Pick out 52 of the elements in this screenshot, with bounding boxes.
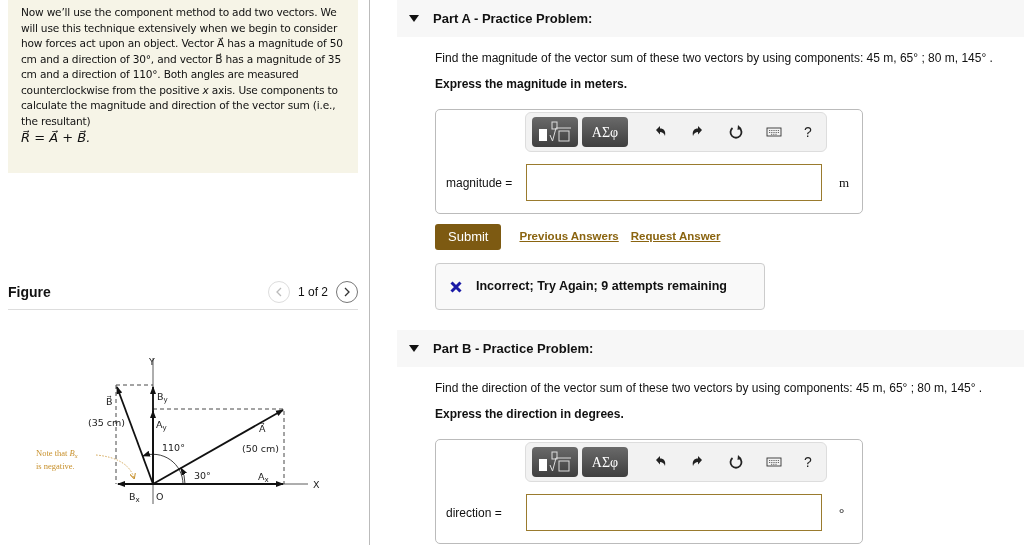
diagram-label: A$_{y}$ (156, 419, 167, 431)
template-button[interactable] (532, 447, 578, 477)
chevron-right-icon (343, 287, 351, 297)
figure-title: Figure (8, 282, 51, 302)
reset-icon[interactable] (728, 124, 744, 140)
axis-label: X (313, 479, 320, 491)
note-text: is negative. (36, 460, 75, 472)
reset-icon[interactable] (728, 454, 744, 470)
keyboard-icon[interactable] (766, 454, 782, 470)
question-text: Find the magnitude of the vector sum of these two vectors by using components: 45 m, 65° ; 80 m, 145° . (435, 50, 994, 67)
template-button[interactable] (532, 117, 578, 147)
collapse-arrow-icon[interactable] (409, 13, 419, 24)
instruction-text: Express the direction in degrees. (435, 406, 625, 423)
help-button[interactable]: ? (804, 451, 812, 473)
cross-icon (450, 280, 462, 293)
answer-link[interactable]: Previous Answers (519, 228, 619, 246)
unit-label: m (839, 173, 850, 192)
fraction-root-icon (537, 451, 573, 473)
note-text: Note that B$_{x}$ (36, 447, 78, 459)
page-indicator: 1 of 2 (297, 284, 328, 301)
symbols-button[interactable]: ΑΣφ (582, 117, 628, 147)
diagram-label: (35 cm) (88, 417, 125, 429)
keyboard-icon[interactable] (766, 124, 782, 140)
symbols-button[interactable]: ΑΣφ (582, 447, 628, 477)
axis-label: Y (149, 356, 155, 368)
angle-label: 110° (162, 442, 185, 454)
chevron-left-icon (274, 287, 283, 297)
unit-label: ° (839, 503, 845, 522)
diagram-label: A⃗ (259, 423, 266, 435)
help-button[interactable]: ? (804, 121, 812, 143)
intro-paragraph: Now we’ll use the component method to add two vectors. We will use this technique extensively when we begin to consider how forces act upon an object. Vector A⃗ has a magnitude of 50 cm and a direction of 30°, and vector B⃗ has a magnitude of 35 cm and a direction of 110°. Both angles are measured counterclockwise from the positive x axis. Use components to calculate the magnitude and direction of the vector sum (i.e., the resultant) (21, 5, 344, 129)
answer-link[interactable]: Request Answer (630, 228, 721, 246)
answer-field[interactable] (526, 494, 822, 531)
diagram-label: B⃗ (106, 396, 113, 408)
fraction-root-icon (537, 121, 573, 143)
angle-label: 30° (194, 470, 211, 482)
origin-label: O (156, 491, 164, 503)
diagram-label: A$_{x}$ (258, 471, 269, 483)
instruction-text: Express the magnitude in meters. (435, 76, 629, 93)
question-text: Find the direction of the vector sum of these two vectors by using components: 45 m, 65° ; 80 m, 145° . (435, 380, 984, 397)
diagram-label: B$_{y}$ (157, 391, 168, 403)
submit-button[interactable]: Submit (435, 224, 502, 250)
collapse-arrow-icon[interactable] (409, 343, 419, 354)
equation: R⃗ = A⃗ + B⃗. (21, 129, 92, 147)
feedback-text: Incorrect; Try Again; 9 attempts remaining (476, 278, 727, 296)
diagram-label: (50 cm) (242, 443, 279, 455)
answer-label: direction = (446, 504, 503, 522)
diagram-label: B$_{x}$ (129, 491, 140, 503)
part-title[interactable]: Part A - Practice Problem: (433, 8, 593, 29)
part-title[interactable]: Part B - Practice Problem: (433, 338, 594, 359)
answer-label: magnitude = (446, 174, 514, 192)
answer-field[interactable] (526, 164, 822, 201)
